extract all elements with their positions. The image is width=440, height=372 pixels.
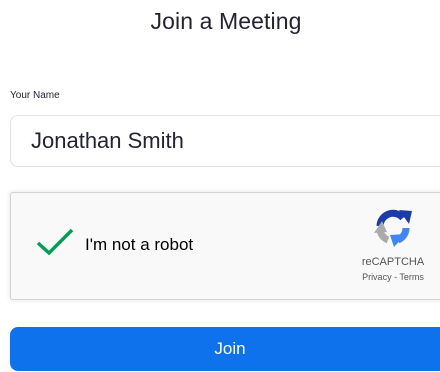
your-name-label: Your Name <box>10 90 60 101</box>
recaptcha-logo-icon <box>374 209 412 247</box>
recaptcha-brand-text: reCAPTCHA <box>361 256 425 268</box>
terms-link[interactable]: Terms <box>399 272 424 282</box>
page-title: Join a Meeting <box>150 8 302 34</box>
join-meeting-page: Join a Meeting Your Name I'm not a robot… <box>0 0 440 372</box>
recaptcha-widget: I'm not a robot reCAPTCHA Privacy - Term… <box>10 192 440 300</box>
recaptcha-branding: reCAPTCHA Privacy - Terms <box>345 207 440 283</box>
privacy-link[interactable]: Privacy <box>362 272 392 282</box>
recaptcha-links: Privacy - Terms <box>345 271 440 283</box>
not-a-robot-label: I'm not a robot <box>85 235 194 254</box>
checkmark-icon[interactable] <box>35 227 75 257</box>
join-button[interactable]: Join <box>10 327 440 371</box>
your-name-input[interactable] <box>10 115 440 167</box>
